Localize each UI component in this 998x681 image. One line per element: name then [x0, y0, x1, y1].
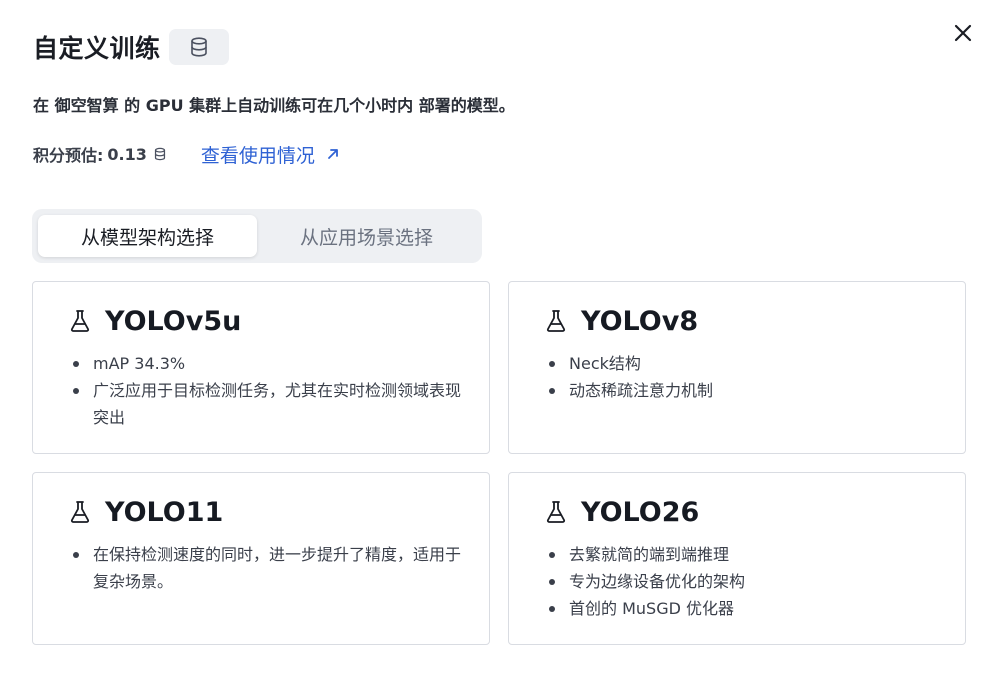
title-row: 自定义训练	[33, 29, 229, 65]
external-link-icon	[325, 146, 341, 162]
list-item: 在保持检测速度的同时，进一步提升了精度，适用于复杂场景。	[73, 541, 463, 595]
flask-icon	[545, 309, 569, 335]
flask-icon	[69, 500, 93, 526]
model-card-yolov8[interactable]: YOLOv8 Neck结构 动态稀疏注意力机制	[508, 281, 966, 454]
tab-model-architecture[interactable]: 从模型架构选择	[38, 215, 257, 257]
database-icon	[153, 147, 167, 161]
selection-mode-tabs: 从模型架构选择 从应用场景选择	[32, 209, 482, 263]
model-name: YOLO11	[105, 497, 224, 528]
feature-list: mAP 34.3% 广泛应用于目标检测任务，尤其在实时检测领域表现突出	[73, 350, 463, 431]
credits-row: 积分预估: 0.13 查看使用情况	[33, 140, 341, 168]
list-item: 首创的 MuSGD 优化器	[549, 595, 939, 622]
list-item: 去繁就简的端到端推理	[549, 541, 939, 568]
feature-list: Neck结构 动态稀疏注意力机制	[549, 350, 939, 404]
model-card-yolo26[interactable]: YOLO26 去繁就简的端到端推理 专为边缘设备优化的架构 首创的 MuSGD …	[508, 472, 966, 645]
view-usage-label: 查看使用情况	[200, 144, 315, 167]
custom-training-dialog: 自定义训练 在 御空智算 的 GPU 集群上自动训练可在几个小时内 部署的模型。…	[0, 0, 998, 681]
model-card-yolo11[interactable]: YOLO11 在保持检测速度的同时，进一步提升了精度，适用于复杂场景。	[32, 472, 490, 645]
flask-icon	[69, 309, 93, 335]
credits-value: 0.13	[107, 144, 147, 164]
list-item: 广泛应用于目标检测任务，尤其在实时检测领域表现突出	[73, 377, 463, 431]
model-name: YOLOv8	[581, 306, 699, 337]
model-name: YOLO26	[581, 497, 700, 528]
title-badge	[168, 29, 229, 65]
list-item: 动态稀疏注意力机制	[549, 377, 939, 404]
flask-icon	[545, 500, 569, 526]
list-item: Neck结构	[549, 350, 939, 377]
database-icon	[190, 37, 207, 57]
model-name: YOLOv5u	[105, 306, 242, 337]
feature-list: 去繁就简的端到端推理 专为边缘设备优化的架构 首创的 MuSGD 优化器	[549, 541, 939, 622]
list-item: mAP 34.3%	[73, 350, 463, 377]
model-card-yolov5u[interactable]: YOLOv5u mAP 34.3% 广泛应用于目标检测任务，尤其在实时检测领域表…	[32, 281, 490, 454]
view-usage-link[interactable]: 查看使用情况	[201, 141, 341, 168]
dialog-subtitle: 在 御空智算 的 GPU 集群上自动训练可在几个小时内 部署的模型。	[33, 96, 515, 115]
credits-label: 积分预估:	[33, 146, 104, 165]
feature-list: 在保持检测速度的同时，进一步提升了精度，适用于复杂场景。	[73, 541, 463, 595]
list-item: 专为边缘设备优化的架构	[549, 568, 939, 595]
close-icon	[954, 24, 972, 42]
dialog-title: 自定义训练	[33, 34, 161, 63]
close-button[interactable]	[950, 20, 976, 46]
tab-application-scenario[interactable]: 从应用场景选择	[257, 215, 476, 257]
